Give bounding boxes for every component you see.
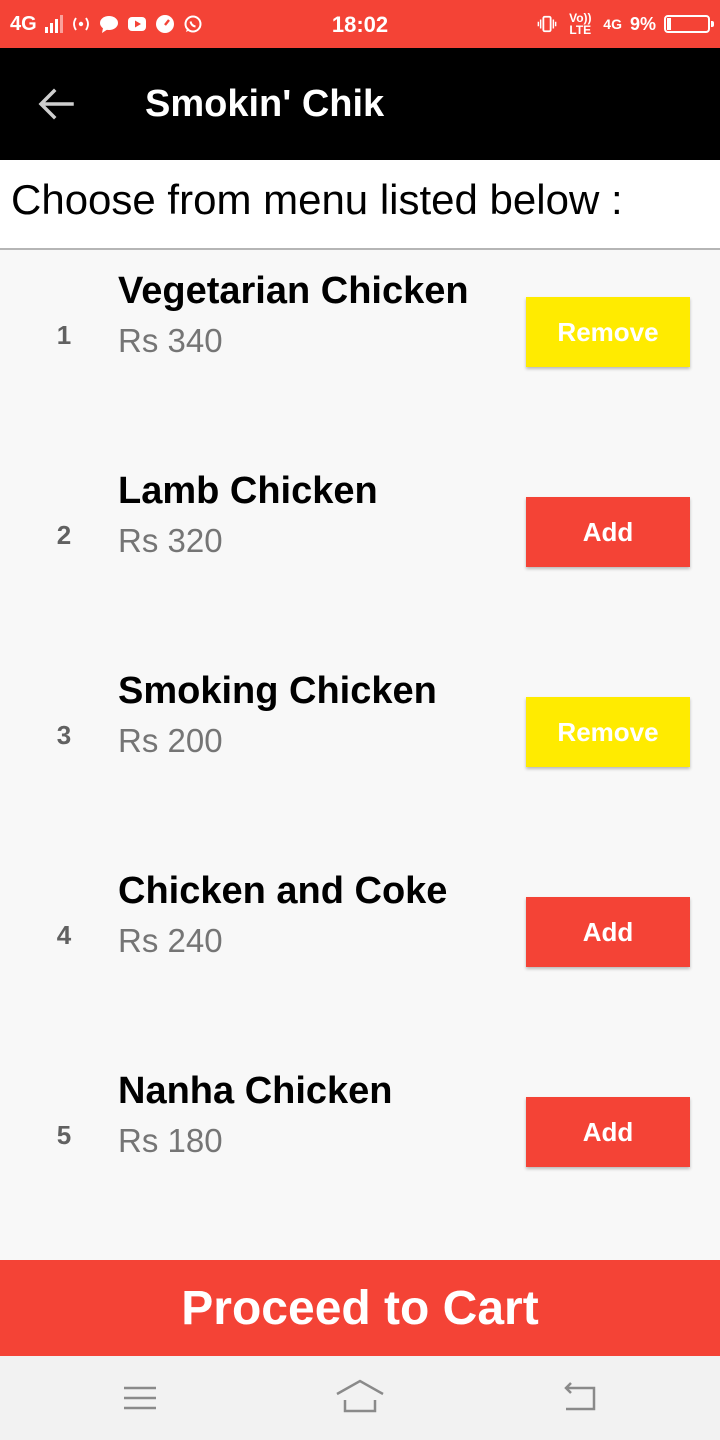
battery-icon: [664, 15, 714, 33]
menu-item: 2 Lamb Chicken Rs 320 Add: [0, 450, 720, 650]
item-action-button[interactable]: Add: [526, 1097, 690, 1167]
item-number: 2: [56, 520, 72, 550]
item-number: 4: [56, 920, 72, 950]
battery-percent: 9%: [629, 13, 656, 34]
item-price: Rs 200: [118, 722, 223, 759]
system-nav-bar: [0, 1356, 720, 1440]
home-icon: [336, 1379, 384, 1413]
menu-item: 3 Smoking Chicken Rs 200 Remove: [0, 650, 720, 850]
item-action-button[interactable]: Remove: [526, 297, 690, 367]
item-action-button[interactable]: Add: [526, 497, 690, 567]
volte-label: Vo)) LTE: [569, 11, 592, 37]
back-button[interactable]: [36, 84, 76, 124]
menu-header: Choose from menu listed below :: [0, 160, 720, 250]
item-name: Smoking Chicken: [118, 670, 437, 712]
status-bar: 4G 18:02 Vo)) LTE 4G 9%: [0, 0, 720, 48]
item-name: Vegetarian Chicken: [118, 270, 469, 312]
nav-back-button[interactable]: [558, 1376, 602, 1420]
item-action-button[interactable]: Add: [526, 897, 690, 967]
item-name: Chicken and Coke: [118, 870, 448, 912]
status-right: Vo)) LTE 4G 9%: [537, 0, 714, 48]
back-icon: [564, 1382, 596, 1411]
app-title: Smokin' Chik: [145, 83, 385, 125]
item-number: 3: [56, 720, 72, 750]
item-price: Rs 340: [118, 322, 223, 359]
item-name: Nanha Chicken: [118, 1070, 393, 1112]
arrow-left-icon: [38, 88, 74, 120]
item-price: Rs 180: [118, 1122, 223, 1159]
menu-list: 1 Vegetarian Chicken Rs 340 Remove 2 Lam…: [0, 250, 720, 1250]
item-number: 5: [56, 1120, 72, 1150]
battery-level: [667, 18, 671, 30]
nav-home-button[interactable]: [334, 1376, 386, 1420]
vibrate-icon: [537, 14, 557, 34]
menu-header-text: Choose from menu listed below :: [11, 176, 623, 223]
network-type-secondary: 4G: [603, 16, 622, 32]
proceed-to-cart-button[interactable]: Proceed to Cart: [0, 1260, 720, 1356]
item-number: 1: [56, 320, 72, 350]
app-bar: Smokin' Chik: [0, 48, 720, 160]
item-price: Rs 320: [118, 522, 223, 559]
nav-menu-button[interactable]: [118, 1376, 162, 1420]
menu-item: 1 Vegetarian Chicken Rs 340 Remove: [0, 250, 720, 450]
menu-item: 4 Chicken and Coke Rs 240 Add: [0, 850, 720, 1050]
item-name: Lamb Chicken: [118, 470, 378, 512]
item-price: Rs 240: [118, 922, 223, 959]
item-action-button[interactable]: Remove: [526, 697, 690, 767]
menu-item: 5 Nanha Chicken Rs 180 Add: [0, 1050, 720, 1250]
menu-icon: [124, 1386, 156, 1410]
